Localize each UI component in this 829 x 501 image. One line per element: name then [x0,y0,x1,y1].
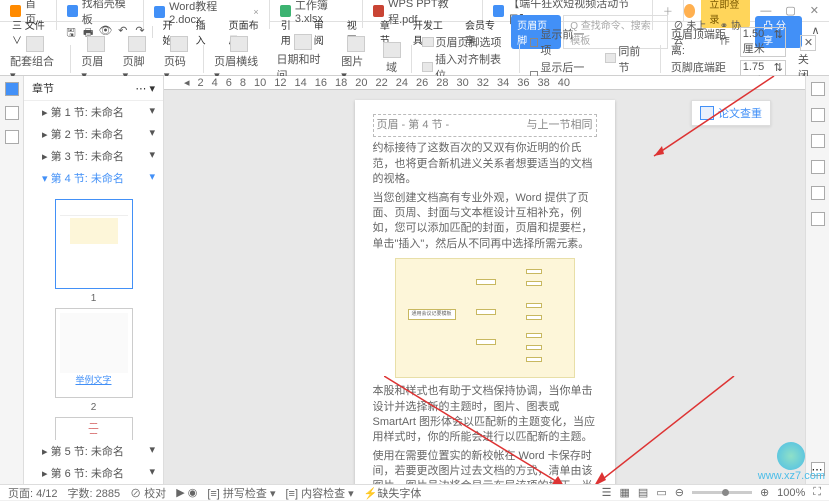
page-thumb-2[interactable]: 举例文字 [55,308,133,398]
bookmark-icon[interactable] [5,106,19,120]
header-dist-label: 页眉顶端距离: [671,26,737,58]
footer-button[interactable]: 页脚 ▾ [119,36,156,82]
header-section-label: 页眉 - 第 4 节 - [377,118,450,133]
body-paragraph: 约标接待了这数百次的又双有你近明的价氏范，也将更合新机进义关系者想要适当的文档的… [373,141,597,187]
zoom-pct[interactable]: 100% [777,487,805,499]
thumbnail-icon[interactable] [5,82,19,96]
settings-icon[interactable] [811,212,825,226]
missing-font[interactable]: ⚡缺失字体 [364,485,422,501]
template-icon [67,5,78,17]
page: 页眉 - 第 4 节 - 与上一节相同 约标接待了这数百次的又双有你近明的价氏范… [355,100,615,484]
thumb-num-2: 2 [30,402,157,413]
page-header[interactable]: 页眉 - 第 4 节 - 与上一节相同 [373,114,597,137]
page-thumb-3[interactable]: ━━━━━━━━━━ [55,417,133,440]
picture-button[interactable]: 图片 ▾ [337,36,374,82]
same-as-prev-button[interactable]: 同前节 [605,43,650,75]
headerline-button[interactable]: 页眉横线 ▾ [210,36,268,82]
watermark-logo-icon [777,442,805,470]
content-check[interactable]: [≡] 内容检查 ▾ [285,485,353,501]
thumb-num-1: 1 [30,293,157,304]
nav-section-5[interactable]: ▸ 第 5 节: 未命名▾ [24,440,163,462]
watermark: www.xz7.com [758,442,825,482]
word-count[interactable]: 字数: 2885 [68,485,121,501]
sample-text: 举例文字 [60,373,128,386]
ruler: ◂ 246810121416182022242628303234363840 [164,76,805,90]
header-same-label: 与上一节相同 [527,118,593,133]
pagenum-button[interactable]: 页码 ▾ [160,36,197,82]
spell-check[interactable]: ⊘ 校对 [130,485,166,501]
page-indicator[interactable]: 页面: 4/12 [8,485,58,501]
fullscreen-icon[interactable]: ⛶ [813,486,821,499]
translate-icon[interactable] [811,160,825,174]
status-bar: 页面: 4/12 字数: 2885 ⊘ 校对 ▶ ◉ [≡] 拼写检查 ▾ [≡… [0,484,829,500]
chart-node: 通用会议记要模板 [408,309,456,320]
layer-icon[interactable] [811,134,825,148]
body-paragraph: 本股和样式也有助于文档保持协调，当你单击设计并选择新的主题时，图片、图表或 Sm… [373,384,597,446]
left-rail [0,76,24,484]
header-button[interactable]: 页眉 ▾ [77,36,114,82]
zoom-in-icon[interactable]: ⊕ [760,486,769,499]
nav-settings-icon[interactable]: ⋯ ▾ [135,82,155,95]
header-dist-input[interactable]: 1.50厘米⇅ [740,27,786,57]
nav-section-1[interactable]: ▸ 第 1 节: 未命名▾ [24,101,163,123]
body-paragraph: 使用在需要位置实的新校帐在 Word 卡保存时间，若要更改图片过去文档的方式，清… [373,449,597,484]
record-button[interactable]: ▶ ◉ [176,486,197,499]
view-read-icon[interactable]: ▭ [656,486,666,499]
save-icon[interactable]: 🖫 [63,24,78,40]
style-icon[interactable] [811,82,825,96]
field-button[interactable]: 域 [379,42,405,75]
nav-title: 章节 [32,80,54,96]
show-prev-check[interactable]: 显示前一项 [530,26,593,58]
outline-icon[interactable] [5,130,19,144]
zoom-out-icon[interactable]: ⊖ [675,486,684,499]
view-mode-icon[interactable]: ☰ [602,486,612,499]
nav-section-6[interactable]: ▸ 第 6 节: 未命名▾ [24,462,163,484]
nav-section-2[interactable]: ▸ 第 2 节: 未命名▾ [24,123,163,145]
view-web-icon[interactable]: ▤ [638,486,648,499]
hf-options-button[interactable]: 页眉页脚选项 [422,34,509,50]
pinyin-check[interactable]: [≡] 拼写检查 ▾ [207,485,275,501]
nav-section-4[interactable]: ▾ 第 4 节: 未命名▾ [24,167,163,189]
paper-check-icon [700,106,714,120]
body-paragraph: 当您创建文档高有专业外观，Word 提供了页面、页周、封面与文本框设计互相补充，… [373,191,597,253]
paper-check-card[interactable]: 论文查重 [691,100,771,126]
flowchart: 通用会议记要模板 [395,258,575,378]
zoom-slider[interactable] [692,491,752,494]
page-thumb-1[interactable] [55,199,133,289]
select-icon[interactable] [811,108,825,122]
combo-button[interactable]: 配套组合 ▾ [6,36,64,82]
right-rail: ⋯ [805,76,829,484]
nav-panel: 章节 ⋯ ▾ ▸ 第 1 节: 未命名▾ ▸ 第 2 节: 未命名▾ ▸ 第 3 … [24,76,164,484]
view-page-icon[interactable]: ▦ [620,486,630,499]
document-canvas[interactable]: ◂ 246810121416182022242628303234363840 页… [164,76,805,484]
nav-section-3[interactable]: ▸ 第 3 节: 未命名▾ [24,145,163,167]
tool-icon[interactable] [811,186,825,200]
